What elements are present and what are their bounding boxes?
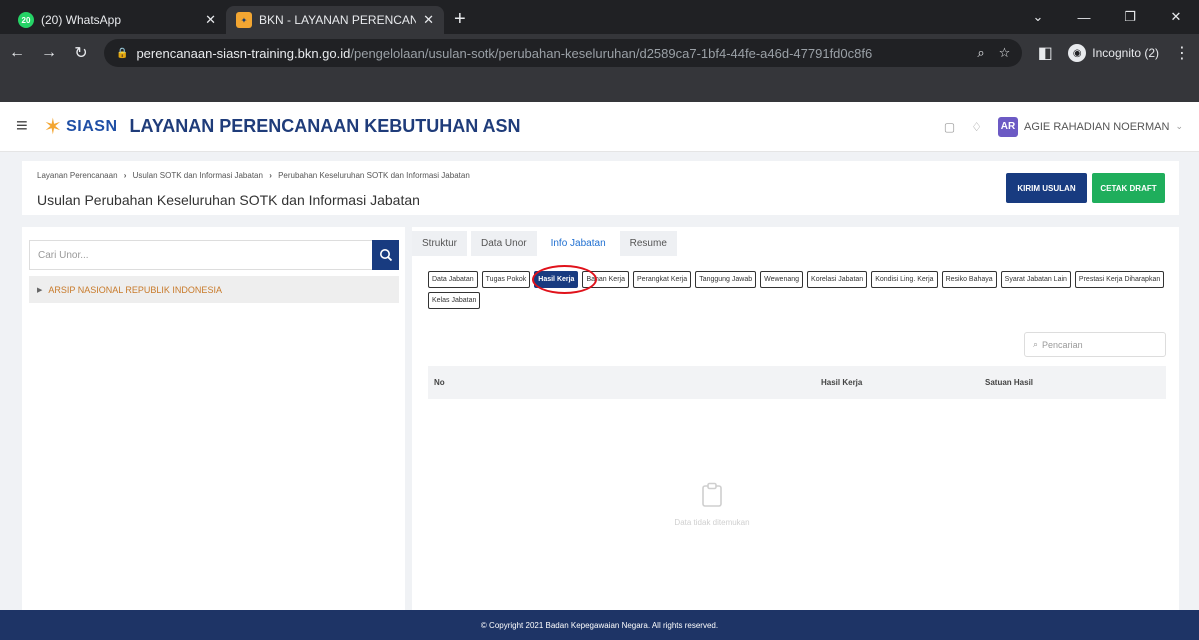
restore-icon[interactable]: ❐ xyxy=(1107,9,1153,25)
tab-resume[interactable]: Resume xyxy=(619,231,677,256)
cetak-draft-button[interactable]: CETAK DRAFT xyxy=(1092,173,1165,203)
info-panel: Struktur Data Unor Info Jabatan Resume D… xyxy=(412,227,1179,610)
breadcrumb: Layanan Perencanaan › Usulan SOTK dan In… xyxy=(37,171,470,180)
search-button[interactable] xyxy=(372,240,399,270)
tree-item-unor[interactable]: ▶ ARSIP NASIONAL REPUBLIK INDONESIA xyxy=(29,276,399,303)
search-icon: ⌕ xyxy=(1033,339,1039,349)
table-header: No Hasil Kerja Satuan Hasil xyxy=(428,366,1166,399)
minimize-icon[interactable]: — xyxy=(1061,10,1107,25)
incognito-label: Incognito (2) xyxy=(1092,46,1159,60)
chip-kelas-jabatan[interactable]: Kelas Jabatan xyxy=(428,292,481,309)
chip-bahan-kerja[interactable]: Bahan Kerja xyxy=(582,271,629,288)
chip-tugas-pokok[interactable]: Tugas Pokok xyxy=(481,271,531,288)
chip-hasil-kerja[interactable]: Hasil Kerja xyxy=(534,271,579,288)
empty-text: Data tidak ditemukan xyxy=(674,518,750,527)
window-close-icon[interactable]: ✕ xyxy=(1153,9,1199,25)
side-panel-icon[interactable]: ◧ xyxy=(1036,43,1054,63)
tab-list: Struktur Data Unor Info Jabatan Resume xyxy=(412,231,677,256)
tab-bkn[interactable]: ✦ BKN - LAYANAN PERENCANAAN ✕ xyxy=(226,6,444,34)
bkn-icon: ✦ xyxy=(236,12,252,28)
address-bar-row: ← → ↻ 🔒 perencanaan-siasn-training.bkn.g… xyxy=(0,34,1199,72)
page-title: Usulan Perubahan Keseluruhan SOTK dan In… xyxy=(37,192,420,208)
kirim-usulan-button[interactable]: KIRIM USULAN xyxy=(1006,173,1087,203)
whatsapp-icon: 20 xyxy=(18,12,34,28)
url-path: /pengelolaan/usulan-sotk/perubahan-kesel… xyxy=(350,45,873,61)
chip-perangkat-kerja[interactable]: Perangkat Kerja xyxy=(632,271,692,288)
chip-korelasi-jabatan[interactable]: Korelasi Jabatan xyxy=(807,271,868,288)
chevron-down-icon: ⌄ xyxy=(1175,121,1183,131)
bell-icon[interactable]: ♢ xyxy=(971,120,982,134)
tab-data-unor[interactable]: Data Unor xyxy=(471,231,537,256)
new-tab-icon[interactable]: + xyxy=(454,6,466,34)
incognito-badge[interactable]: ◉ Incognito (2) xyxy=(1068,44,1159,62)
app-header: ≡ ✶ SIASN LAYANAN PERENCANAAN KEBUTUHAN … xyxy=(0,102,1199,152)
tab-title: (20) WhatsApp xyxy=(41,13,122,27)
siasn-logo[interactable]: ✶ SIASN xyxy=(44,114,118,140)
tab-title: BKN - LAYANAN PERENCANAAN xyxy=(259,13,417,27)
user-menu[interactable]: AR AGIE RAHADIAN NOERMAN ⌄ xyxy=(997,116,1183,137)
tab-struktur[interactable]: Struktur xyxy=(412,231,468,256)
unor-search-input[interactable] xyxy=(29,240,372,270)
url-input[interactable]: 🔒 perencanaan-siasn-training.bkn.go.id/p… xyxy=(104,39,1023,67)
column-satuan-hasil: Satuan Hasil xyxy=(985,378,1034,387)
close-icon[interactable]: ✕ xyxy=(205,12,216,28)
lock-icon: 🔒 xyxy=(116,47,129,59)
browser-tab-bar: 20 (20) WhatsApp ✕ ✦ BKN - LAYANAN PEREN… xyxy=(0,0,1199,34)
breadcrumb-separator-icon: › xyxy=(269,171,272,180)
logo-star-icon: ✶ xyxy=(43,113,63,139)
chip-tanggung-jawab[interactable]: Tanggung Jawab xyxy=(695,271,757,288)
column-hasil-kerja: Hasil Kerja xyxy=(821,378,863,387)
user-name: AGIE RAHADIAN NOERMAN xyxy=(1023,120,1170,133)
tab-whatsapp[interactable]: 20 (20) WhatsApp ✕ xyxy=(8,6,226,34)
chip-data-jabatan[interactable]: Data Jabatan xyxy=(428,271,478,288)
incognito-icon: ◉ xyxy=(1068,44,1087,62)
search-icon xyxy=(379,249,392,262)
tree-item-label: ARSIP NASIONAL REPUBLIK INDONESIA xyxy=(48,284,222,295)
close-icon[interactable]: ✕ xyxy=(423,12,434,28)
unor-search xyxy=(29,240,399,270)
page-header-card: Layanan Perencanaan › Usulan SOTK dan In… xyxy=(22,161,1179,215)
back-icon[interactable]: ← xyxy=(8,44,26,62)
chip-resiko-bahaya[interactable]: Resiko Bahaya xyxy=(941,271,997,288)
logo-text: SIASN xyxy=(66,117,118,135)
tab-search-icon[interactable]: ⌄ xyxy=(1015,9,1061,25)
hamburger-menu-icon[interactable]: ≡ xyxy=(16,115,28,138)
breadcrumb-item[interactable]: Usulan SOTK dan Informasi Jabatan xyxy=(133,171,263,180)
info-chip-group: Data Jabatan Tugas Pokok Hasil Kerja Bah… xyxy=(428,271,1168,309)
caret-right-icon[interactable]: ▶ xyxy=(37,286,42,294)
breadcrumb-separator-icon: › xyxy=(123,171,127,180)
bookmark-star-icon[interactable]: ☆ xyxy=(999,45,1011,61)
chip-kondisi-ling-kerja[interactable]: Kondisi Ling. Kerja xyxy=(871,271,938,288)
clipboard-icon xyxy=(702,482,722,507)
chip-syarat-jabatan-lain[interactable]: Syarat Jabatan Lain xyxy=(1000,271,1071,288)
avatar: AR xyxy=(997,116,1018,137)
window-controls: ⌄ — ❐ ✕ xyxy=(1015,0,1199,34)
column-no: No xyxy=(434,378,445,387)
zoom-icon[interactable]: ⌕ xyxy=(977,45,984,61)
reload-icon[interactable]: ↻ xyxy=(72,43,90,63)
footer: © Copyright 2021 Badan Kepegawaian Negar… xyxy=(0,610,1199,640)
bookmark-bar xyxy=(0,72,1199,102)
breadcrumb-item[interactable]: Layanan Perencanaan xyxy=(37,171,118,180)
chip-prestasi-kerja[interactable]: Prestasi Kerja Diharapkan xyxy=(1074,271,1165,288)
header-actions: ▢ ♢ AR AGIE RAHADIAN NOERMAN ⌄ xyxy=(944,116,1183,137)
chat-icon[interactable]: ▢ xyxy=(944,120,955,134)
pencarian-input[interactable]: ⌕ Pencarian xyxy=(1024,332,1166,357)
chip-wewenang[interactable]: Wewenang xyxy=(760,271,804,288)
pencarian-placeholder: Pencarian xyxy=(1042,339,1083,350)
tab-info-jabatan[interactable]: Info Jabatan xyxy=(540,231,616,256)
breadcrumb-item: Perubahan Keseluruhan SOTK dan Informasi… xyxy=(278,171,470,180)
app-title: LAYANAN PERENCANAAN KEBUTUHAN ASN xyxy=(129,116,521,136)
empty-state: Data tidak ditemukan xyxy=(562,482,862,527)
url-host: perencanaan-siasn-training.bkn.go.id xyxy=(136,45,351,61)
forward-icon[interactable]: → xyxy=(40,44,58,62)
menu-dots-icon[interactable]: ⋮ xyxy=(1173,43,1191,63)
unor-panel: ▶ ARSIP NASIONAL REPUBLIK INDONESIA xyxy=(22,227,405,610)
